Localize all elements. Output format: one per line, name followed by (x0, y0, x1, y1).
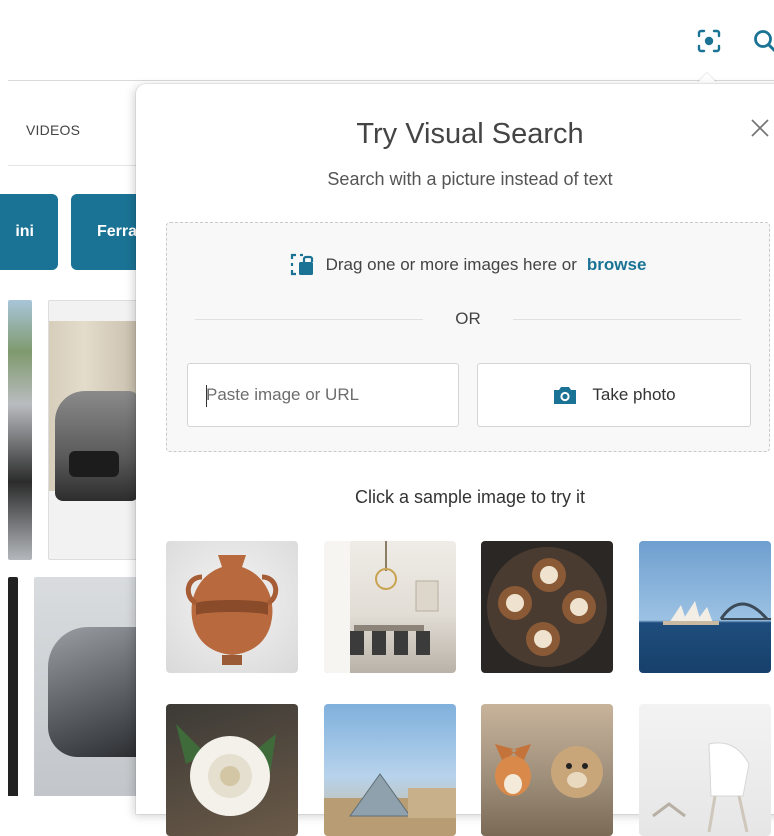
sample-image-latte-art[interactable] (481, 541, 613, 673)
chair-picture (639, 704, 771, 836)
sample-image-louvre[interactable] (324, 704, 456, 836)
image-drop-zone[interactable]: Drag one or more images here or browse O… (166, 222, 770, 452)
result-thumbnail[interactable] (8, 577, 18, 796)
dining-room-picture (324, 541, 456, 673)
browse-link[interactable]: browse (587, 255, 647, 275)
or-separator: OR (195, 309, 741, 329)
dogs-picture (481, 704, 613, 836)
car-grille (69, 451, 119, 477)
text-cursor (206, 385, 207, 407)
opera-house-picture (639, 541, 771, 673)
louvre-picture (324, 704, 456, 836)
sample-image-vase[interactable] (166, 541, 298, 673)
visual-search-popup: Try Visual Search Search with a picture … (136, 84, 774, 814)
popup-title: Try Visual Search (136, 118, 774, 151)
result-thumbnail[interactable] (34, 577, 138, 796)
car-shape (48, 627, 138, 757)
sample-caption: Click a sample image to try it (136, 487, 774, 508)
sample-image-dining-room[interactable] (324, 541, 456, 673)
drag-instructions: Drag one or more images here or browse (167, 253, 769, 277)
sample-image-rose[interactable] (166, 704, 298, 836)
vase-picture (166, 541, 298, 673)
rose-picture (166, 704, 298, 836)
take-photo-button[interactable]: Take photo (477, 363, 751, 427)
result-thumbnail[interactable] (8, 300, 32, 560)
visual-search-icon (696, 28, 722, 54)
related-chip[interactable]: ini (0, 194, 58, 270)
search-button[interactable] (748, 24, 774, 58)
popup-subtitle: Search with a picture instead of text (136, 169, 774, 190)
sample-image-dogs[interactable] (481, 704, 613, 836)
image-upload-icon (290, 253, 316, 277)
sample-image-chair[interactable] (639, 704, 771, 836)
result-thumbnail[interactable] (48, 300, 138, 560)
sample-image-opera-house[interactable] (639, 541, 771, 673)
tab-videos[interactable]: VIDEOS (26, 122, 80, 138)
header-divider (8, 80, 774, 81)
search-icon (752, 28, 774, 54)
visual-search-button[interactable] (692, 24, 726, 58)
camera-icon (552, 385, 578, 405)
take-photo-label: Take photo (592, 385, 675, 405)
drag-text: Drag one or more images here or (326, 255, 577, 275)
image-url-input[interactable] (187, 363, 459, 427)
latte-art-picture (481, 541, 613, 673)
car-shape (55, 391, 138, 501)
top-bar (0, 0, 774, 82)
separator-line (513, 319, 741, 320)
